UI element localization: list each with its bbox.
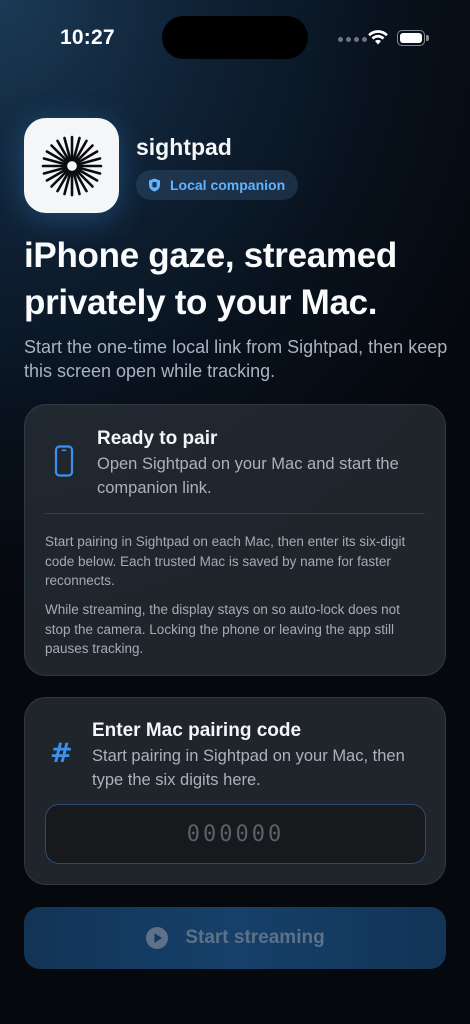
- dynamic-island: [162, 16, 308, 59]
- local-companion-badge: Local companion: [136, 170, 299, 200]
- subtext: Start the one-time local link from Sight…: [24, 337, 448, 381]
- wifi-icon: [368, 30, 388, 45]
- status-time: 10:27: [60, 26, 115, 49]
- battery-icon: [397, 30, 429, 46]
- cellular-signal-icon: [338, 37, 367, 42]
- pair-description: Open Sightpad on your Mac and start the …: [97, 455, 399, 497]
- starburst-logo-icon: [24, 118, 119, 213]
- app-name: sightpad: [136, 134, 232, 160]
- pairing-code-input[interactable]: [45, 804, 426, 864]
- headline: iPhone gaze, streamed privately to your …: [24, 236, 397, 322]
- pairing-note: Start pairing in Sightpad on each Mac, t…: [45, 534, 406, 588]
- pair-title: Ready to pair: [97, 428, 218, 449]
- iphone-icon: [54, 445, 74, 477]
- pairing-code-card: # Enter Mac pairing code Start pairing i…: [24, 697, 446, 885]
- start-streaming-button[interactable]: Start streaming: [24, 907, 446, 969]
- code-description: Start pairing in Sightpad on your Mac, t…: [92, 747, 405, 789]
- divider: [45, 513, 425, 514]
- play-circle-icon: [146, 927, 169, 949]
- status-bar: 10:27: [0, 0, 470, 76]
- hash-icon: #: [50, 738, 73, 769]
- badge-label: Local companion: [170, 177, 286, 193]
- pairing-status-card: Ready to pair Open Sightpad on your Mac …: [24, 404, 446, 676]
- shield-icon: [149, 178, 160, 192]
- start-streaming-label: Start streaming: [185, 927, 325, 948]
- code-title: Enter Mac pairing code: [92, 720, 302, 741]
- streaming-note: While streaming, the display stays on so…: [45, 602, 400, 656]
